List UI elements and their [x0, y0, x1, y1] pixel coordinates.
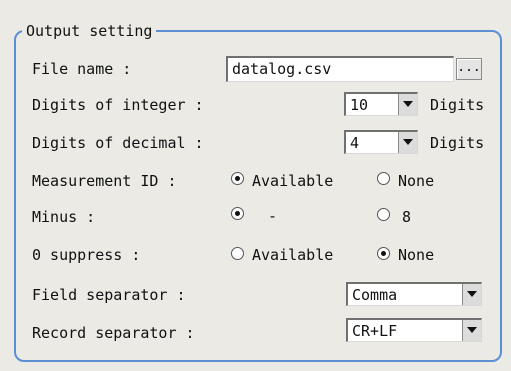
digits-integer-unit: Digits	[430, 96, 485, 114]
minus-label: Minus :	[32, 208, 96, 226]
measurement-id-available-radio[interactable]	[231, 172, 244, 185]
chevron-down-icon[interactable]	[398, 132, 417, 153]
field-separator-select[interactable]: Comma	[346, 282, 482, 306]
record-separator-select[interactable]: CR+LF	[346, 318, 482, 342]
digits-decimal-unit: Digits	[430, 134, 485, 152]
field-separator-value: Comma	[352, 286, 398, 304]
zero-suppress-none-radio[interactable]	[377, 247, 390, 260]
file-name-input[interactable]: datalog.csv	[226, 56, 454, 82]
zero-suppress-none-label: None	[398, 246, 435, 264]
chevron-down-icon[interactable]	[462, 284, 481, 305]
minus-dash-label: -	[268, 207, 278, 225]
digits-integer-label: Digits of integer :	[32, 96, 204, 114]
record-separator-value: CR+LF	[352, 322, 398, 340]
digits-integer-value: 10	[350, 96, 369, 114]
measurement-id-none-radio[interactable]	[377, 172, 390, 185]
measurement-id-label: Measurement ID :	[32, 172, 177, 190]
digits-decimal-select[interactable]: 4	[344, 130, 418, 154]
measurement-id-available-label: Available	[252, 172, 334, 190]
zero-suppress-available-label: Available	[252, 246, 334, 264]
file-name-label: File name :	[32, 60, 132, 78]
minus-eight-label: 8	[402, 208, 412, 226]
digits-integer-select[interactable]: 10	[344, 92, 418, 116]
browse-button[interactable]: ...	[456, 58, 482, 80]
digits-decimal-value: 4	[350, 134, 360, 152]
minus-dash-radio[interactable]	[231, 207, 244, 220]
chevron-down-icon[interactable]	[462, 320, 481, 341]
zero-suppress-label: 0 suppress :	[32, 246, 141, 264]
digits-decimal-label: Digits of decimal :	[32, 134, 204, 152]
measurement-id-none-label: None	[398, 172, 435, 190]
group-title: Output setting	[22, 22, 157, 40]
record-separator-label: Record separator :	[32, 324, 195, 342]
minus-eight-radio[interactable]	[377, 208, 390, 221]
zero-suppress-available-radio[interactable]	[231, 247, 244, 260]
field-separator-label: Field separator :	[32, 286, 186, 304]
chevron-down-icon[interactable]	[398, 94, 417, 115]
